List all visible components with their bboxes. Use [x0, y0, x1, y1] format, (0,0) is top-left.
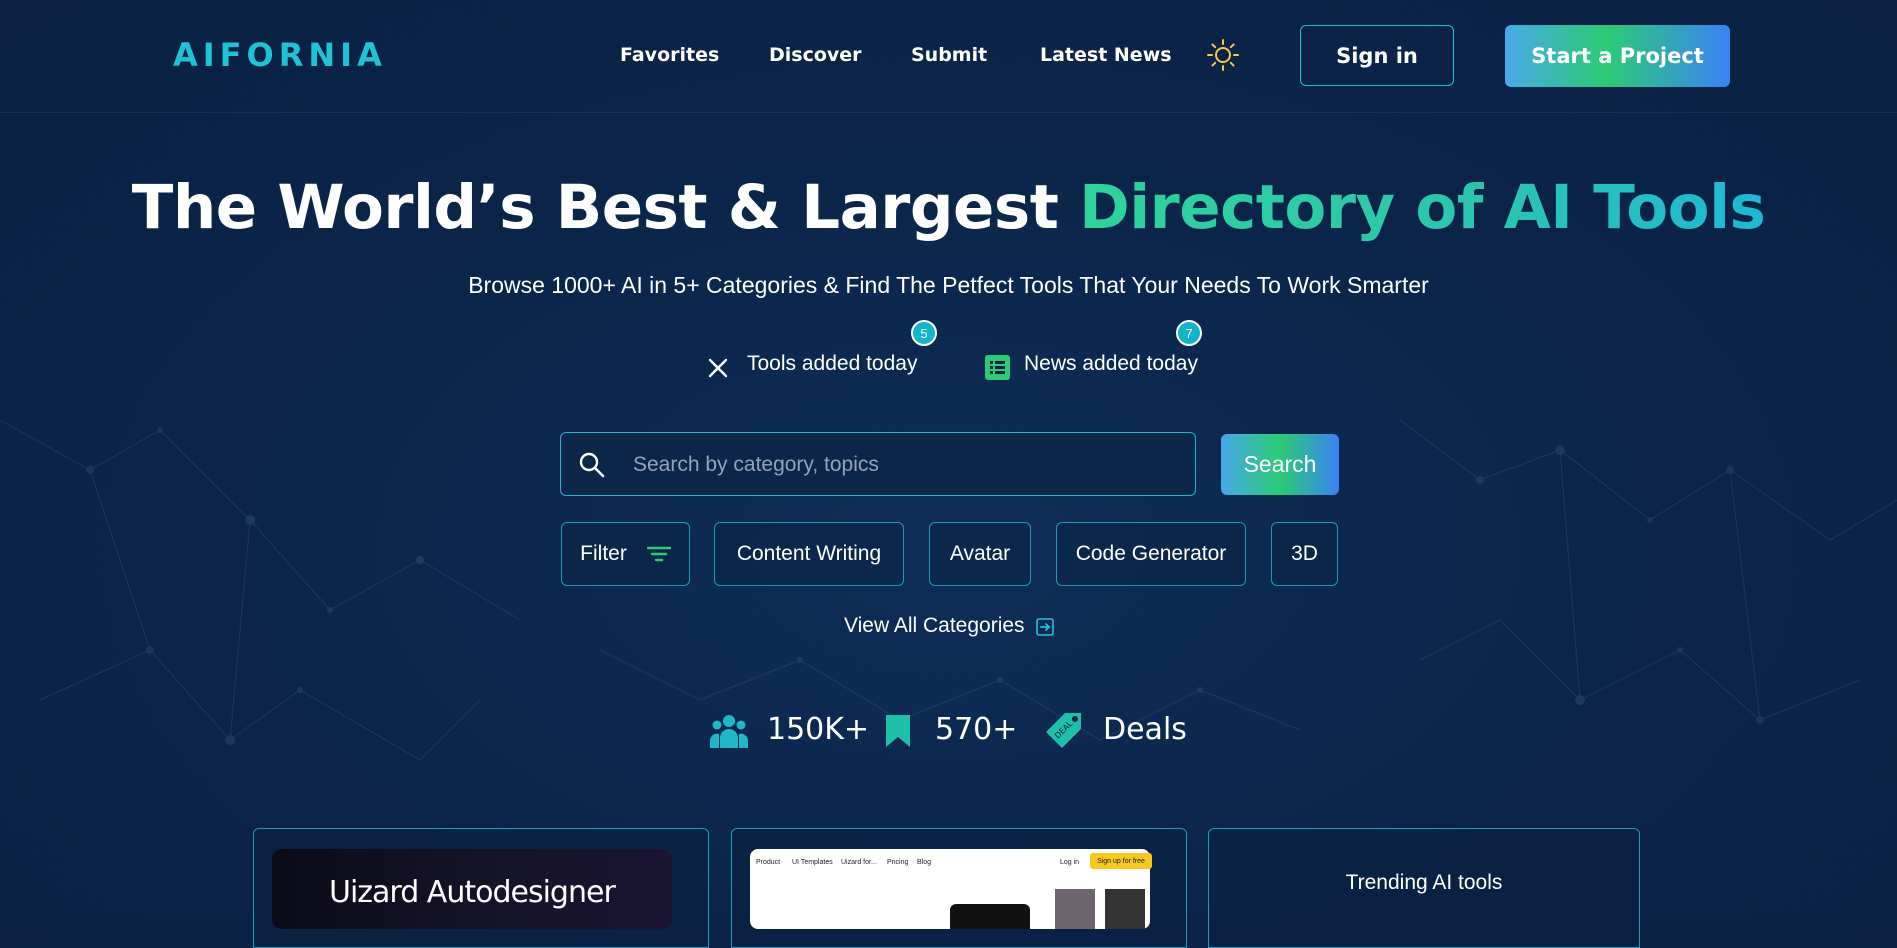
news-list-icon	[985, 355, 1010, 380]
search-box	[560, 432, 1196, 496]
preview-nav-item: Product	[756, 859, 781, 866]
nav-latest-news[interactable]: Latest News	[1040, 44, 1172, 66]
hero-title: The World’s Best & Largest Directory of …	[0, 172, 1897, 243]
sign-in-button[interactable]: Sign in	[1300, 25, 1454, 86]
news-count-badge: 7	[1176, 320, 1202, 346]
nav-submit[interactable]: Submit	[911, 44, 987, 66]
search-input[interactable]	[631, 447, 1175, 483]
preview-login: Log in	[1060, 859, 1080, 866]
view-all-categories-link[interactable]: View All Categories	[844, 614, 1054, 638]
aifornia-logo[interactable]: AIFORNIA	[173, 36, 387, 74]
tools-added-today-label: Tools added today	[747, 352, 918, 375]
uizard-thumbnail-text: Uizard Autodesigner	[329, 875, 616, 910]
theme-toggle-sun-icon[interactable]	[1207, 39, 1239, 71]
preview-device-mockup	[950, 904, 1030, 929]
preview-signup-button: Sign up for free	[1090, 853, 1152, 869]
website-preview-thumbnail: Product UI Templates Uizard for... Prici…	[750, 849, 1152, 929]
tool-card-uizard[interactable]: Uizard Autodesigner	[253, 828, 709, 948]
tool-card-website-preview[interactable]: Product UI Templates Uizard for... Prici…	[731, 828, 1187, 948]
start-project-button[interactable]: Start a Project	[1505, 25, 1730, 87]
deals-label[interactable]: Deals	[1103, 712, 1187, 747]
users-count: 150K+	[767, 712, 870, 747]
arrow-right-box-icon	[1036, 618, 1054, 636]
search-icon	[579, 452, 605, 478]
preview-nav-item: Pricing	[887, 859, 909, 866]
preview-nav-item: Uizard for...	[841, 859, 877, 866]
filter-icon	[646, 546, 671, 562]
trending-ai-tools-title: Trending AI tools	[1345, 871, 1503, 894]
hero-subtitle: Browse 1000+ AI in 5+ Categories & Find …	[468, 272, 1429, 298]
search-button[interactable]: Search	[1221, 434, 1339, 495]
uizard-thumbnail: Uizard Autodesigner	[272, 849, 672, 929]
preview-image-block	[1105, 889, 1145, 929]
nav-favorites[interactable]: Favorites	[620, 44, 719, 66]
chip-code-generator[interactable]: Code Generator	[1056, 522, 1246, 586]
news-added-today-label: News added today	[1024, 352, 1198, 375]
hero-title-prefix: The World’s Best & Largest	[131, 172, 1080, 243]
preview-nav-item: Blog	[917, 859, 932, 866]
chip-3d[interactable]: 3D	[1271, 522, 1338, 586]
bookmark-icon	[886, 715, 910, 747]
tools-icon	[708, 358, 728, 378]
preview-image-block	[1055, 889, 1095, 929]
nav-discover[interactable]: Discover	[769, 44, 862, 66]
chip-avatar[interactable]: Avatar	[929, 522, 1031, 586]
deal-tag-icon: DEAL	[1046, 713, 1081, 748]
filter-button[interactable]: Filter	[561, 522, 690, 586]
top-navbar: AIFORNIA Favorites Discover Submit Lates…	[0, 0, 1897, 113]
tools-count-badge: 5	[911, 320, 937, 346]
preview-nav-item: UI Templates	[792, 859, 833, 866]
trending-ai-tools-card: Trending AI tools	[1208, 828, 1640, 948]
bookmarks-count: 570+	[935, 712, 1018, 747]
hero-title-highlight: Directory of AI Tools	[1079, 172, 1766, 243]
filter-label: Filter	[580, 542, 627, 565]
view-all-categories-label: View All Categories	[844, 614, 1025, 637]
users-icon	[710, 715, 748, 748]
chip-content-writing[interactable]: Content Writing	[714, 522, 904, 586]
